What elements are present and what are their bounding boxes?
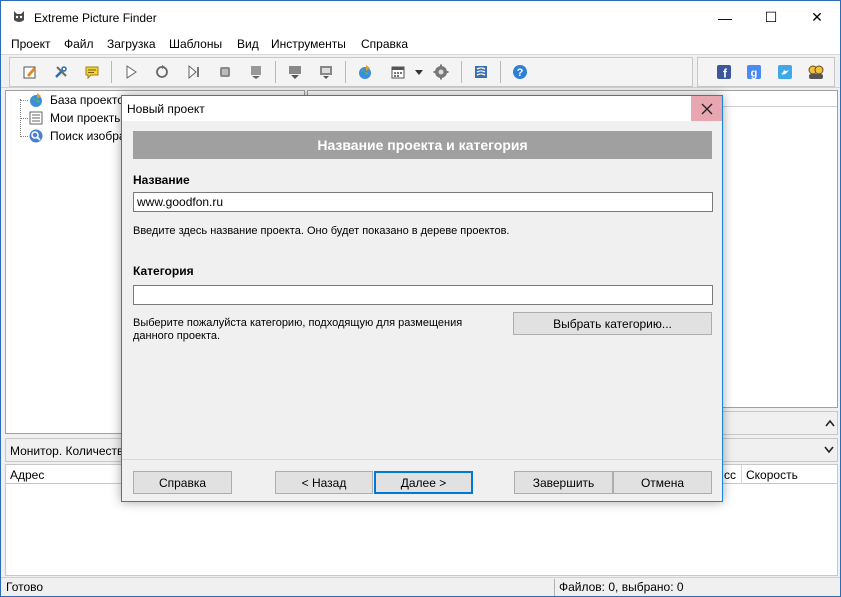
status-text: Готово: [6, 580, 44, 594]
svg-text:g: g: [751, 68, 758, 80]
app-logo-icon: [14, 11, 24, 22]
menu-help[interactable]: Справка: [361, 37, 408, 51]
tree-item-projects-db[interactable]: База проектов: [28, 92, 130, 108]
tree-item-my-projects[interactable]: Мои проекты: [28, 110, 123, 126]
globe-icon: [30, 93, 42, 107]
calendar-icon[interactable]: [389, 63, 407, 81]
title-bar: Extreme Picture Finder — ☐ ✕: [1, 1, 840, 34]
category-label: Категория: [133, 264, 194, 278]
gear-icon[interactable]: [432, 63, 450, 81]
settings-wrench-icon[interactable]: [52, 63, 70, 81]
cancel-button[interactable]: Отмена: [613, 471, 712, 494]
window-title: Extreme Picture Finder: [34, 11, 157, 25]
stop-icon[interactable]: [216, 63, 234, 81]
monitor-label: Монитор. Количество с: [10, 444, 140, 458]
close-icon: [701, 103, 712, 114]
finish-button[interactable]: Завершить: [514, 471, 613, 494]
column-address[interactable]: Адрес: [10, 468, 44, 482]
globe-icon[interactable]: [356, 63, 374, 81]
tree-item-label: Мои проекты: [50, 111, 123, 125]
menu-tools[interactable]: Инструменты: [271, 37, 346, 51]
dialog-close-button[interactable]: [691, 96, 722, 121]
next-button[interactable]: Далее >: [374, 471, 473, 494]
name-label: Название: [133, 173, 190, 187]
chevron-up-icon[interactable]: [823, 416, 837, 430]
minimize-button[interactable]: —: [702, 1, 748, 34]
category-help-line1: Выберите пожалуйста категорию, подходящу…: [133, 317, 463, 329]
back-button[interactable]: < Назад: [275, 471, 373, 494]
project-name-input[interactable]: [133, 192, 713, 212]
tree-item-image-search[interactable]: Поиск изобра: [28, 128, 126, 144]
play-icon[interactable]: [122, 63, 140, 81]
edit-icon[interactable]: [21, 63, 39, 81]
download-icon[interactable]: [286, 63, 304, 81]
tree-item-label: База проектов: [50, 93, 131, 107]
twitter-icon[interactable]: [776, 63, 794, 81]
refresh-icon[interactable]: [153, 63, 171, 81]
column-speed[interactable]: Скорость: [746, 468, 798, 482]
menu-view[interactable]: Вид: [237, 37, 259, 51]
column-progress[interactable]: сс: [724, 468, 736, 482]
choose-category-button[interactable]: Выбрать категорию...: [513, 312, 712, 335]
google-icon[interactable]: g: [745, 63, 763, 81]
category-input[interactable]: [133, 285, 713, 305]
menu-file[interactable]: Файл: [64, 37, 94, 51]
menu-project[interactable]: Проект: [11, 37, 51, 51]
tree-item-label: Поиск изобра: [50, 129, 126, 143]
monitor-icon[interactable]: [317, 63, 335, 81]
help-button[interactable]: Справка: [133, 471, 232, 494]
new-project-dialog: Новый проект Название проекта и категори…: [121, 95, 723, 502]
chevron-down-icon[interactable]: [822, 443, 836, 457]
help-icon[interactable]: ?: [511, 63, 529, 81]
list-icon[interactable]: [472, 63, 490, 81]
menu-download[interactable]: Загрузка: [107, 37, 156, 51]
facebook-icon[interactable]: f: [715, 63, 733, 81]
svg-text:?: ?: [517, 67, 524, 79]
people-icon[interactable]: [807, 63, 825, 81]
toolbar: ? f g: [1, 54, 840, 88]
queue-icon[interactable]: [247, 63, 265, 81]
name-help-text: Введите здесь название проекта. Оно буде…: [133, 225, 510, 237]
step-icon[interactable]: [185, 63, 203, 81]
close-window-button[interactable]: ✕: [794, 1, 840, 34]
status-file-count: Файлов: 0, выбрано: 0: [559, 580, 684, 594]
menu-templates[interactable]: Шаблоны: [169, 37, 222, 51]
menu-bar: Проект Файл Загрузка Шаблоны Вид Инструм…: [1, 34, 840, 54]
status-bar: Готово Файлов: 0, выбрано: 0: [1, 577, 840, 596]
dialog-title-bar: Новый проект: [122, 96, 722, 121]
dropdown-icon[interactable]: [410, 63, 428, 81]
maximize-button[interactable]: ☐: [748, 1, 794, 34]
category-help-line2: данного проекта.: [133, 330, 221, 342]
comment-icon[interactable]: [83, 63, 101, 81]
search-icon: [29, 129, 43, 143]
list-icon: [29, 111, 43, 125]
dialog-banner: Название проекта и категория: [133, 131, 712, 159]
dialog-title: Новый проект: [127, 102, 205, 116]
